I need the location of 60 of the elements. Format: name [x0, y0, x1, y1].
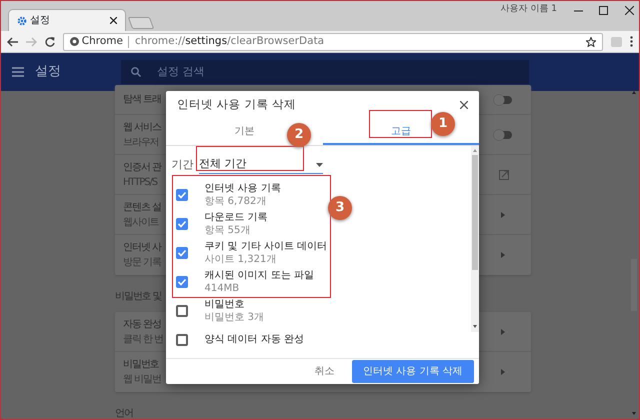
checkbox[interactable] [176, 334, 188, 346]
highlight-box [369, 110, 432, 138]
confirm-button[interactable]: 인터넷 사용 기록 삭제 [352, 360, 474, 383]
dialog-title: 인터넷 사용 기록 삭제 [177, 96, 296, 114]
toggle-switch[interactable] [493, 94, 513, 106]
checkbox[interactable] [176, 218, 188, 230]
checkbox-label: 캐시된 이미지 또는 파일 [204, 268, 314, 282]
url-text: chrome://settings/clearBrowserData [134, 34, 326, 49]
arrow-icon[interactable] [501, 328, 505, 334]
period-label: 기간 [172, 156, 194, 173]
checkbox[interactable] [176, 246, 188, 258]
checkbox-label: 인터넷 사용 기록 [204, 182, 281, 194]
arrow-icon[interactable] [501, 369, 505, 375]
external-link-icon[interactable] [499, 170, 509, 180]
search-field[interactable]: 설정 검색 [121, 60, 529, 84]
search-icon [131, 67, 141, 77]
item-count: 항목 6,782개 [204, 194, 268, 208]
checkbox-label: 양식 데이터 자동 완성 [204, 333, 304, 346]
item-count: 사이트 1,321개 [204, 252, 278, 266]
checkbox[interactable] [176, 188, 188, 200]
checkbox-label: 다운로드 기록 [204, 210, 268, 224]
maximize-icon[interactable] [599, 6, 608, 14]
arrow-icon[interactable] [501, 212, 505, 218]
menu-icon[interactable] [630, 36, 633, 47]
new-tab-button[interactable] [128, 17, 154, 29]
setting-title: 콘텐츠 설 [123, 200, 161, 214]
site-icon [70, 37, 79, 46]
gear-icon [17, 16, 27, 26]
setting-title: 웹 서비스 [123, 120, 161, 134]
item-count: 414MB [204, 282, 240, 294]
close-icon[interactable] [624, 6, 634, 14]
setting-title: 인터넷 사 [123, 241, 161, 255]
checkbox[interactable] [176, 304, 188, 316]
setting-title: 탐색 트래 [123, 93, 161, 107]
setting-title: 자동 완성 [123, 318, 161, 332]
user-name: 사용자 이름 1 [500, 3, 557, 16]
search-input[interactable]: 설정 검색 [155, 62, 455, 82]
close-icon[interactable] [110, 17, 117, 24]
item-count: 항목 55개 [204, 224, 252, 236]
menu-icon[interactable] [12, 67, 24, 77]
back-icon[interactable] [7, 36, 18, 46]
settings-title: 설정 [35, 63, 61, 82]
checkbox-label: 비밀번호 [204, 298, 246, 310]
checkbox-label: 쿠키 및 기타 사이트 데이터 [204, 240, 328, 252]
setting-title: 비밀번호 [123, 358, 159, 372]
arrow-icon[interactable] [501, 252, 505, 258]
checkbox[interactable] [176, 276, 188, 288]
item-count: 비밀번호 3개 [204, 310, 264, 324]
close-icon[interactable] [460, 101, 468, 109]
setting-title: 인증서 관 [123, 160, 161, 174]
cancel-button[interactable]: 취소 [313, 362, 336, 380]
site-label: Chrome [82, 34, 123, 49]
period-select[interactable]: 전체 기간 [199, 156, 323, 174]
address-bar[interactable]: Chrome chrome://settings/clearBrowserData [63, 32, 603, 50]
star-icon[interactable] [586, 36, 596, 46]
tab-title: 설정 [30, 14, 51, 28]
reload-icon[interactable] [45, 36, 55, 46]
toggle-switch[interactable] [493, 128, 513, 140]
dropdown-icon [316, 162, 323, 166]
browser-tab[interactable]: 설정 [8, 9, 126, 31]
